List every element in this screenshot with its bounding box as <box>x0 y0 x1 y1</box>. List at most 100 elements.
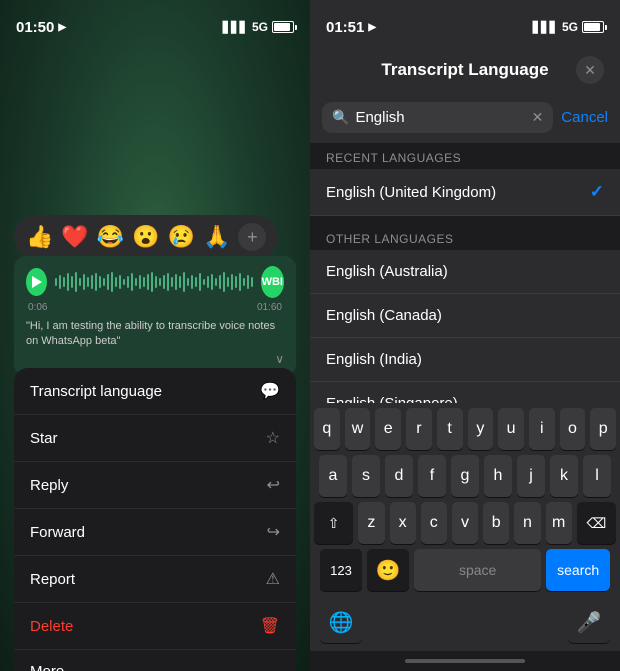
elapsed-time: 0:06 <box>28 302 47 313</box>
status-bar-right: 01:51 ▶ ▋▋▋ 5G <box>310 0 620 44</box>
home-indicator-right <box>310 651 620 671</box>
space-key[interactable]: space <box>414 549 541 591</box>
signal-icon-right: ▋▋▋ <box>533 21 558 34</box>
key-m[interactable]: m <box>546 502 572 544</box>
reaction-thumbs-up[interactable]: 👍 <box>26 224 53 250</box>
search-key[interactable]: search <box>546 549 610 591</box>
lang-item-english-in[interactable]: English (India) <box>310 338 620 382</box>
menu-label-transcript: Transcript language <box>30 383 162 400</box>
battery-icon-right <box>582 21 604 33</box>
menu-item-transcript-language[interactable]: Transcript language 💬 <box>14 368 296 415</box>
keyboard-row-1: q w e r t y u i o p <box>310 403 620 450</box>
checkmark-icon: ✓ <box>590 182 604 202</box>
menu-item-report[interactable]: Report ⚠ <box>14 556 296 603</box>
menu-item-reply[interactable]: Reply ↩ <box>14 462 296 509</box>
key-w[interactable]: w <box>345 408 371 450</box>
transcript-icon: 💬 <box>260 381 280 401</box>
menu-label-forward: Forward <box>30 524 85 541</box>
menu-item-star[interactable]: Star ☆ <box>14 415 296 462</box>
key-j[interactable]: j <box>517 455 545 497</box>
key-o[interactable]: o <box>560 408 586 450</box>
chevron-down-icon: ∨ <box>26 352 284 366</box>
delete-key[interactable]: ⌫ <box>577 502 616 544</box>
key-a[interactable]: a <box>319 455 347 497</box>
keyboard-row-3: ⇧ z x c v b n m ⌫ <box>310 497 620 544</box>
menu-label-more: More... <box>30 663 77 671</box>
network-type: 5G <box>252 20 268 34</box>
reaction-sad[interactable]: 😢 <box>168 224 195 250</box>
forward-icon: ↪ <box>267 522 280 542</box>
key-x[interactable]: x <box>390 502 416 544</box>
cancel-button[interactable]: Cancel <box>561 109 608 126</box>
recent-languages-label: RECENT LANGUAGES <box>310 143 620 169</box>
voice-times: 0:06 01:60 <box>26 302 284 313</box>
key-s[interactable]: s <box>352 455 380 497</box>
key-c[interactable]: c <box>421 502 447 544</box>
menu-item-forward[interactable]: Forward ↪ <box>14 509 296 556</box>
numbers-key[interactable]: 123 <box>320 549 362 591</box>
reaction-pray[interactable]: 🙏 <box>203 224 230 250</box>
key-l[interactable]: l <box>583 455 611 497</box>
key-t[interactable]: t <box>437 408 463 450</box>
key-e[interactable]: e <box>375 408 401 450</box>
key-p[interactable]: p <box>590 408 616 450</box>
reaction-heart[interactable]: ❤️ <box>61 224 88 250</box>
microphone-key[interactable]: 🎤 <box>568 601 610 643</box>
voice-caption: "Hi, I am testing the ability to transcr… <box>26 319 284 350</box>
key-d[interactable]: d <box>385 455 413 497</box>
menu-item-delete[interactable]: Delete 🗑 <box>14 603 296 650</box>
key-f[interactable]: f <box>418 455 446 497</box>
modal-header: Transcript Language ✕ <box>310 44 620 94</box>
play-icon <box>32 276 42 288</box>
search-input-wrap[interactable]: 🔍 English ✕ <box>322 102 553 133</box>
lang-item-english-au[interactable]: English (Australia) <box>310 250 620 294</box>
menu-label-reply: Reply <box>30 477 68 494</box>
key-z[interactable]: z <box>358 502 384 544</box>
search-clear-button[interactable]: ✕ <box>532 109 544 126</box>
menu-label-delete: Delete <box>30 618 73 635</box>
emoji-key[interactable]: 🙂 <box>367 549 409 591</box>
status-icons-right: ▋▋▋ 5G <box>533 20 604 34</box>
search-icon: 🔍 <box>332 109 349 126</box>
add-reaction-button[interactable]: + <box>238 223 266 251</box>
key-h[interactable]: h <box>484 455 512 497</box>
waveform <box>55 270 253 294</box>
right-panel: 01:51 ▶ ▋▋▋ 5G Transcript Language ✕ 🔍 E… <box>310 0 620 671</box>
search-input[interactable]: English <box>355 109 525 126</box>
key-n[interactable]: n <box>514 502 540 544</box>
lang-item-english-uk[interactable]: English (United Kingdom) ✓ <box>310 169 620 216</box>
total-time: 01:60 <box>257 302 282 313</box>
status-bar-left: 01:50 ▶ ▋▋▋ 5G <box>0 0 310 44</box>
left-panel: 01:50 ▶ ▋▋▋ 5G 👍 ❤️ 😂 😮 😢 🙏 + <box>0 0 310 671</box>
key-k[interactable]: k <box>550 455 578 497</box>
shift-key[interactable]: ⇧ <box>314 502 353 544</box>
key-r[interactable]: r <box>406 408 432 450</box>
play-button[interactable] <box>26 268 47 296</box>
avatar: WBI <box>261 266 284 298</box>
lang-name-english-au: English (Australia) <box>326 263 448 280</box>
reaction-laugh[interactable]: 😂 <box>97 224 124 250</box>
battery-icon <box>272 21 294 33</box>
language-list: RECENT LANGUAGES English (United Kingdom… <box>310 143 620 403</box>
key-i[interactable]: i <box>529 408 555 450</box>
delete-icon: 🗑 <box>260 616 280 636</box>
reaction-wow[interactable]: 😮 <box>132 224 159 250</box>
location-arrow-icon-right: ▶ <box>368 22 376 33</box>
lang-name-english-in: English (India) <box>326 351 422 368</box>
voice-top: WBI <box>26 266 284 298</box>
key-u[interactable]: u <box>498 408 524 450</box>
context-menu: Transcript language 💬 Star ☆ Reply ↩ For… <box>14 368 296 671</box>
key-g[interactable]: g <box>451 455 479 497</box>
menu-item-more[interactable]: More... <box>14 650 296 671</box>
lang-item-english-sg[interactable]: English (Singapore) <box>310 382 620 403</box>
key-v[interactable]: v <box>452 502 478 544</box>
lang-item-english-ca[interactable]: English (Canada) <box>310 294 620 338</box>
globe-key[interactable]: 🌐 <box>320 601 362 643</box>
network-type-right: 5G <box>562 20 578 34</box>
modal-close-button[interactable]: ✕ <box>576 56 604 84</box>
reply-icon: ↩ <box>267 475 280 495</box>
key-q[interactable]: q <box>314 408 340 450</box>
key-b[interactable]: b <box>483 502 509 544</box>
lang-name-english-uk: English (United Kingdom) <box>326 184 496 201</box>
key-y[interactable]: y <box>468 408 494 450</box>
